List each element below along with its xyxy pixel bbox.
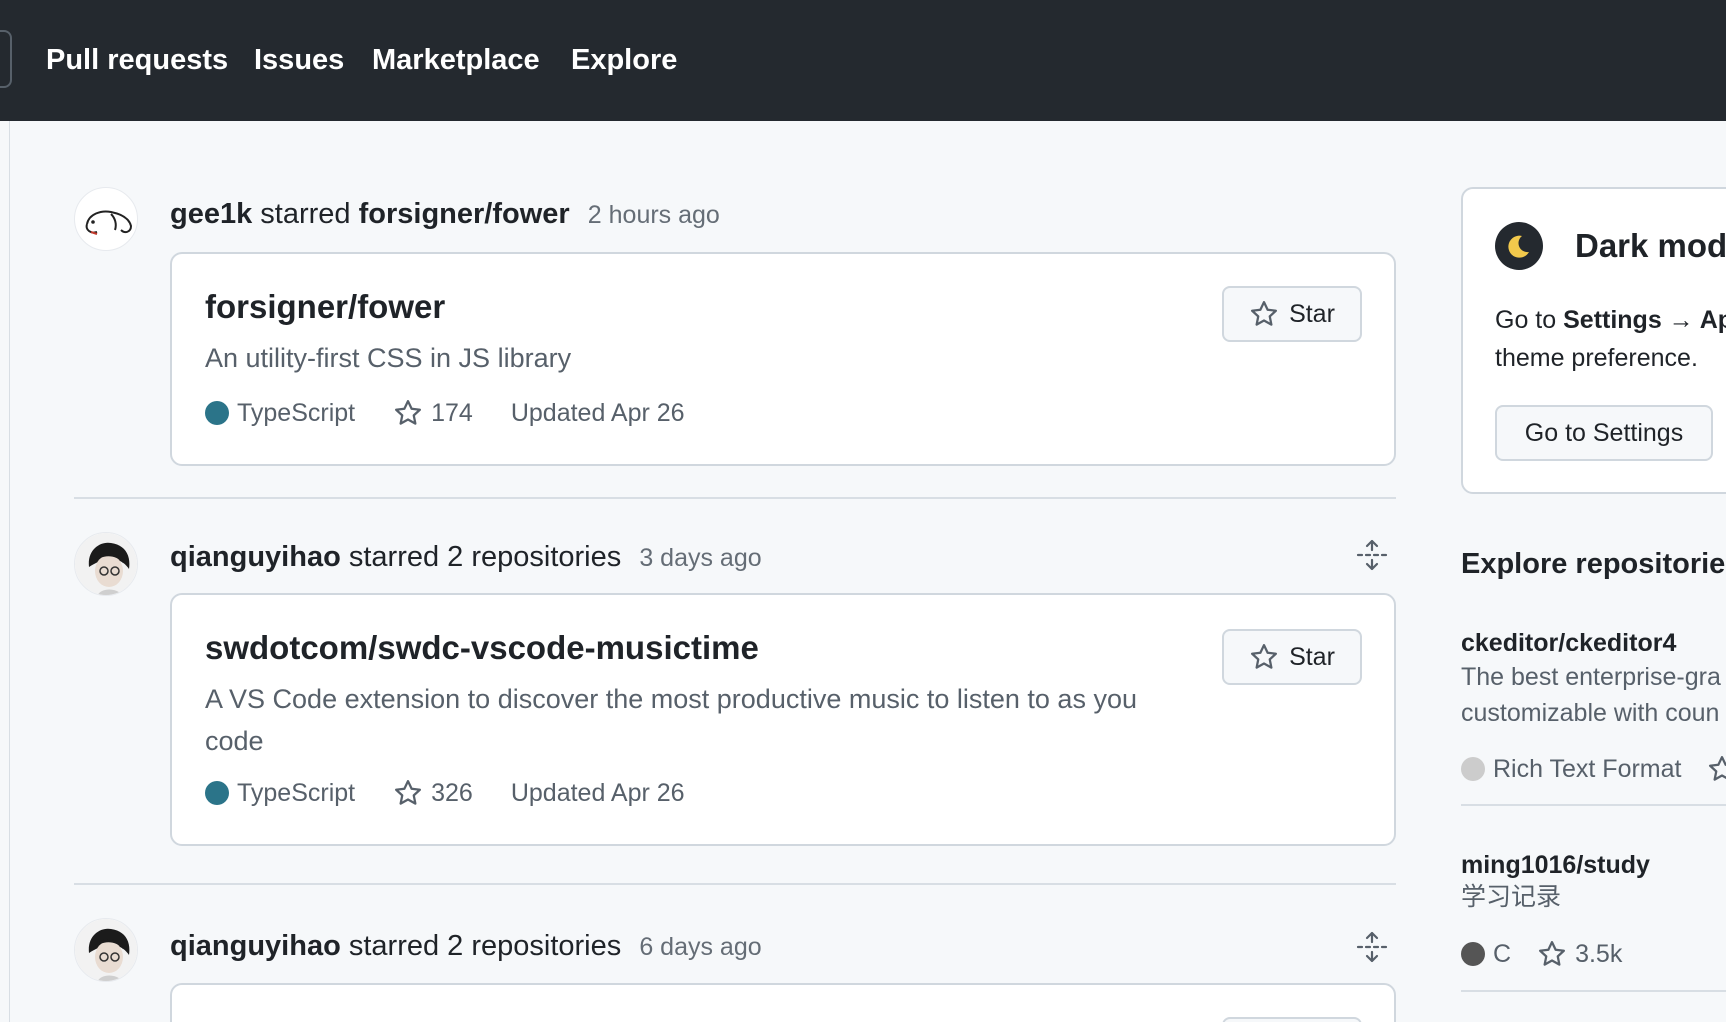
star-icon — [395, 780, 422, 805]
explore-repo-stars[interactable] — [1707, 754, 1726, 784]
dark-mode-settings-path: Settings → Ap — [1563, 306, 1726, 334]
repo-card — [170, 983, 1396, 1022]
explore-divider — [1461, 804, 1726, 806]
repo-description: An utility-first CSS in JS library — [205, 343, 572, 373]
user-photo-icon — [75, 919, 137, 981]
repo-language: TypeScript — [237, 398, 356, 427]
dog-avatar-icon — [85, 210, 133, 235]
language-color-dot — [205, 781, 229, 805]
moon-icon — [1495, 222, 1543, 270]
star-icon — [395, 400, 422, 425]
feed-divider — [74, 497, 1396, 499]
event-user[interactable]: qianguyihao — [170, 930, 341, 962]
repo-updated: Updated Apr 26 — [510, 398, 685, 427]
content-edge — [9, 121, 10, 1022]
repo-card: forsigner/fower An utility-first CSS in … — [170, 252, 1396, 466]
explore-repo-description: 学习记录 — [1461, 883, 1562, 911]
explore-repo-language: C — [1493, 939, 1512, 968]
explore-repo-name[interactable]: ming1016/study — [1461, 851, 1650, 880]
repo-stars[interactable]: 174 — [393, 398, 473, 428]
explore-repo-language: Rich Text Format — [1493, 754, 1682, 783]
dark-mode-text-line2: theme preference. — [1495, 344, 1698, 372]
dark-mode-text-prefix: Go to — [1495, 306, 1557, 334]
explore-repositories-title: Explore repositories — [1461, 548, 1726, 580]
repo-description: A VS Code extension to discover the most… — [205, 684, 1137, 756]
explore-divider — [1461, 990, 1726, 992]
star-button-label: Star — [1289, 299, 1335, 328]
explore-repo-star-count: 3.5k — [1575, 939, 1623, 968]
event-action: starred 2 repositories — [348, 541, 622, 573]
repo-name[interactable]: swdotcom/swdc-vscode-musictime — [205, 629, 759, 667]
nav-issues[interactable]: Issues — [254, 44, 344, 77]
star-button[interactable]: Star — [1222, 629, 1362, 685]
repo-stars[interactable]: 326 — [393, 778, 473, 808]
explore-repo-description-line1: The best enterprise-gra — [1461, 663, 1721, 691]
dark-mode-text: Go to Settings → Ap theme preference. — [1495, 301, 1726, 377]
explore-repo-stars[interactable]: 3.5k — [1537, 939, 1622, 969]
nav-pull-requests[interactable]: Pull requests — [46, 44, 228, 77]
event-header: qianguyihao starred 2 repositories 3 day… — [170, 541, 762, 574]
explore-repo-description-line2: customizable with coun — [1461, 699, 1720, 727]
go-to-settings-button[interactable]: Go to Settings — [1495, 405, 1713, 461]
star-button-label: Star — [1289, 642, 1335, 671]
repo-name[interactable]: forsigner/fower — [205, 288, 445, 326]
event-time[interactable]: 2 hours ago — [588, 201, 720, 229]
nav-explore[interactable]: Explore — [571, 44, 677, 77]
star-icon — [1251, 644, 1278, 669]
repo-meta: TypeScript 174 Updated Apr 26 — [205, 397, 685, 429]
repo-card: swdotcom/swdc-vscode-musictime A VS Code… — [170, 593, 1396, 846]
avatar[interactable] — [74, 532, 138, 596]
event-action: starred — [260, 198, 351, 230]
star-button[interactable] — [1222, 1017, 1362, 1022]
repo-star-count: 326 — [431, 778, 473, 807]
star-button[interactable]: Star — [1222, 286, 1362, 342]
event-action: starred 2 repositories — [348, 930, 622, 962]
top-navigation: Pull requests Issues Marketplace Explore — [0, 0, 1726, 121]
avatar[interactable] — [74, 187, 138, 251]
language-color-dot — [1461, 942, 1485, 966]
event-time[interactable]: 6 days ago — [639, 933, 761, 961]
feed-divider — [74, 883, 1396, 885]
event-header: gee1k starred forsigner/fower 2 hours ag… — [170, 198, 720, 231]
star-icon — [1251, 301, 1278, 326]
language-color-dot — [205, 401, 229, 425]
search-box-edge[interactable] — [0, 30, 12, 88]
event-user[interactable]: gee1k — [170, 198, 252, 230]
avatar[interactable] — [74, 918, 138, 982]
explore-repo-meta: C 3.5k — [1461, 938, 1622, 970]
event-target[interactable]: forsigner/fower — [359, 198, 570, 230]
event-user[interactable]: qianguyihao — [170, 541, 341, 573]
language-color-dot — [1461, 757, 1485, 781]
repo-language: TypeScript — [237, 778, 356, 807]
star-icon — [1709, 756, 1726, 781]
star-icon — [1539, 941, 1566, 966]
repo-meta: TypeScript 326 Updated Apr 26 — [205, 777, 685, 809]
dark-mode-title: Dark mode — [1575, 227, 1726, 264]
event-time[interactable]: 3 days ago — [639, 544, 761, 572]
explore-repo-meta: Rich Text Format — [1461, 753, 1726, 785]
explore-repo-name[interactable]: ckeditor/ckeditor4 — [1461, 629, 1676, 658]
explore-repo-description: The best enterprise-gra customizable wit… — [1461, 659, 1721, 731]
nav-marketplace[interactable]: Marketplace — [372, 44, 540, 77]
unfold-icon[interactable] — [1356, 539, 1388, 571]
event-header: qianguyihao starred 2 repositories 6 day… — [170, 930, 762, 963]
repo-star-count: 174 — [431, 398, 473, 427]
unfold-icon[interactable] — [1356, 931, 1388, 963]
user-photo-icon — [75, 533, 137, 595]
repo-updated: Updated Apr 26 — [510, 778, 685, 807]
dark-mode-card: Dark mode Go to Settings → Ap theme pref… — [1461, 187, 1726, 494]
